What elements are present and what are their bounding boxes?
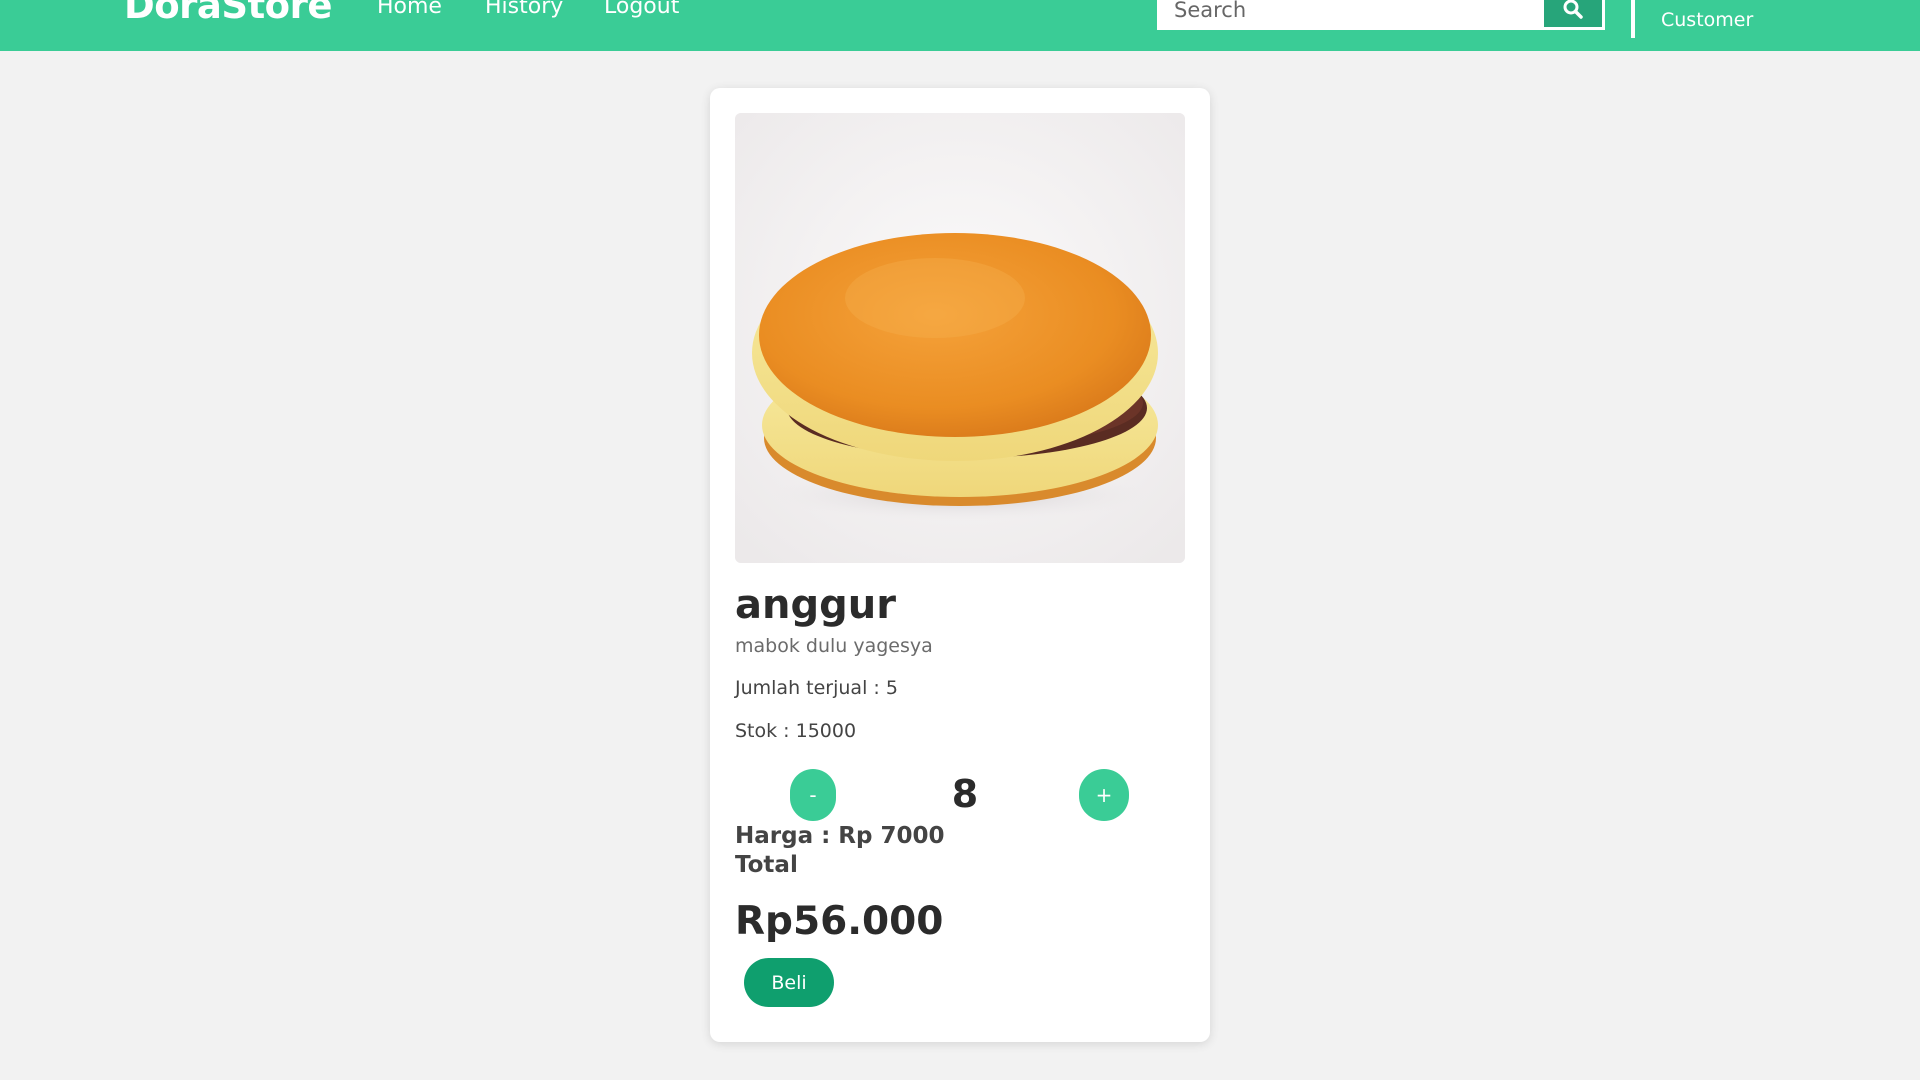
buy-button[interactable]: Beli bbox=[744, 958, 834, 1007]
stock-count: Stok : 15000 bbox=[735, 720, 857, 742]
product-name: anggur bbox=[735, 582, 896, 628]
product-description: mabok dulu yagesya bbox=[735, 635, 933, 657]
search-icon bbox=[1563, 0, 1583, 22]
quantity-value: 8 bbox=[951, 772, 979, 816]
increase-quantity-button[interactable]: + bbox=[1079, 769, 1129, 821]
nav-history-link[interactable]: History bbox=[485, 0, 563, 20]
user-role: Customer bbox=[1661, 9, 1754, 31]
search-bar bbox=[1157, 0, 1605, 30]
product-card: anggur mabok dulu yagesya Jumlah terjual… bbox=[710, 88, 1210, 1042]
unit-price: Harga : Rp 7000 bbox=[735, 823, 945, 849]
nav-logout-link[interactable]: Logout bbox=[604, 0, 679, 20]
nav-home-link[interactable]: Home bbox=[377, 0, 442, 20]
decrease-quantity-button[interactable]: - bbox=[790, 769, 836, 821]
total-price: Rp56.000 bbox=[735, 899, 944, 944]
total-label: Total bbox=[735, 852, 798, 878]
sold-count: Jumlah terjual : 5 bbox=[735, 677, 898, 699]
brand-logo[interactable]: DoraStore bbox=[124, 0, 332, 26]
search-input[interactable] bbox=[1160, 0, 1542, 27]
search-button[interactable] bbox=[1544, 0, 1602, 27]
nav-divider bbox=[1631, 0, 1635, 38]
navbar: DoraStore Home History Logout Customer bbox=[0, 0, 1920, 51]
product-image bbox=[735, 113, 1185, 563]
dorayaki-image bbox=[735, 113, 1185, 563]
